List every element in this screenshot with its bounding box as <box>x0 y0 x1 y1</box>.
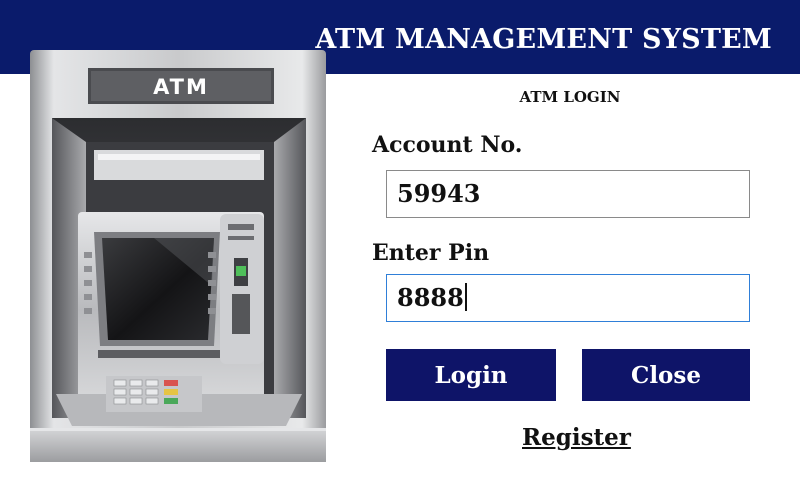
login-heading: ATM LOGIN <box>519 88 621 106</box>
account-number-label: Account No. <box>372 132 523 158</box>
pin-label: Enter Pin <box>372 240 490 266</box>
atm-machine-illustration: ATM <box>30 50 326 462</box>
atm-sign-text: ATM <box>153 75 209 99</box>
register-link[interactable]: Register <box>522 424 631 451</box>
app-title: ATM MANAGEMENT SYSTEM <box>315 24 772 55</box>
login-button[interactable]: Login <box>386 349 556 401</box>
pin-input[interactable]: 8888 <box>386 274 750 322</box>
account-number-value: 59943 <box>397 179 481 208</box>
pin-value: 8888 <box>397 283 464 312</box>
account-number-input[interactable]: 59943 <box>386 170 750 218</box>
text-cursor <box>464 283 467 311</box>
close-button[interactable]: Close <box>582 349 750 401</box>
